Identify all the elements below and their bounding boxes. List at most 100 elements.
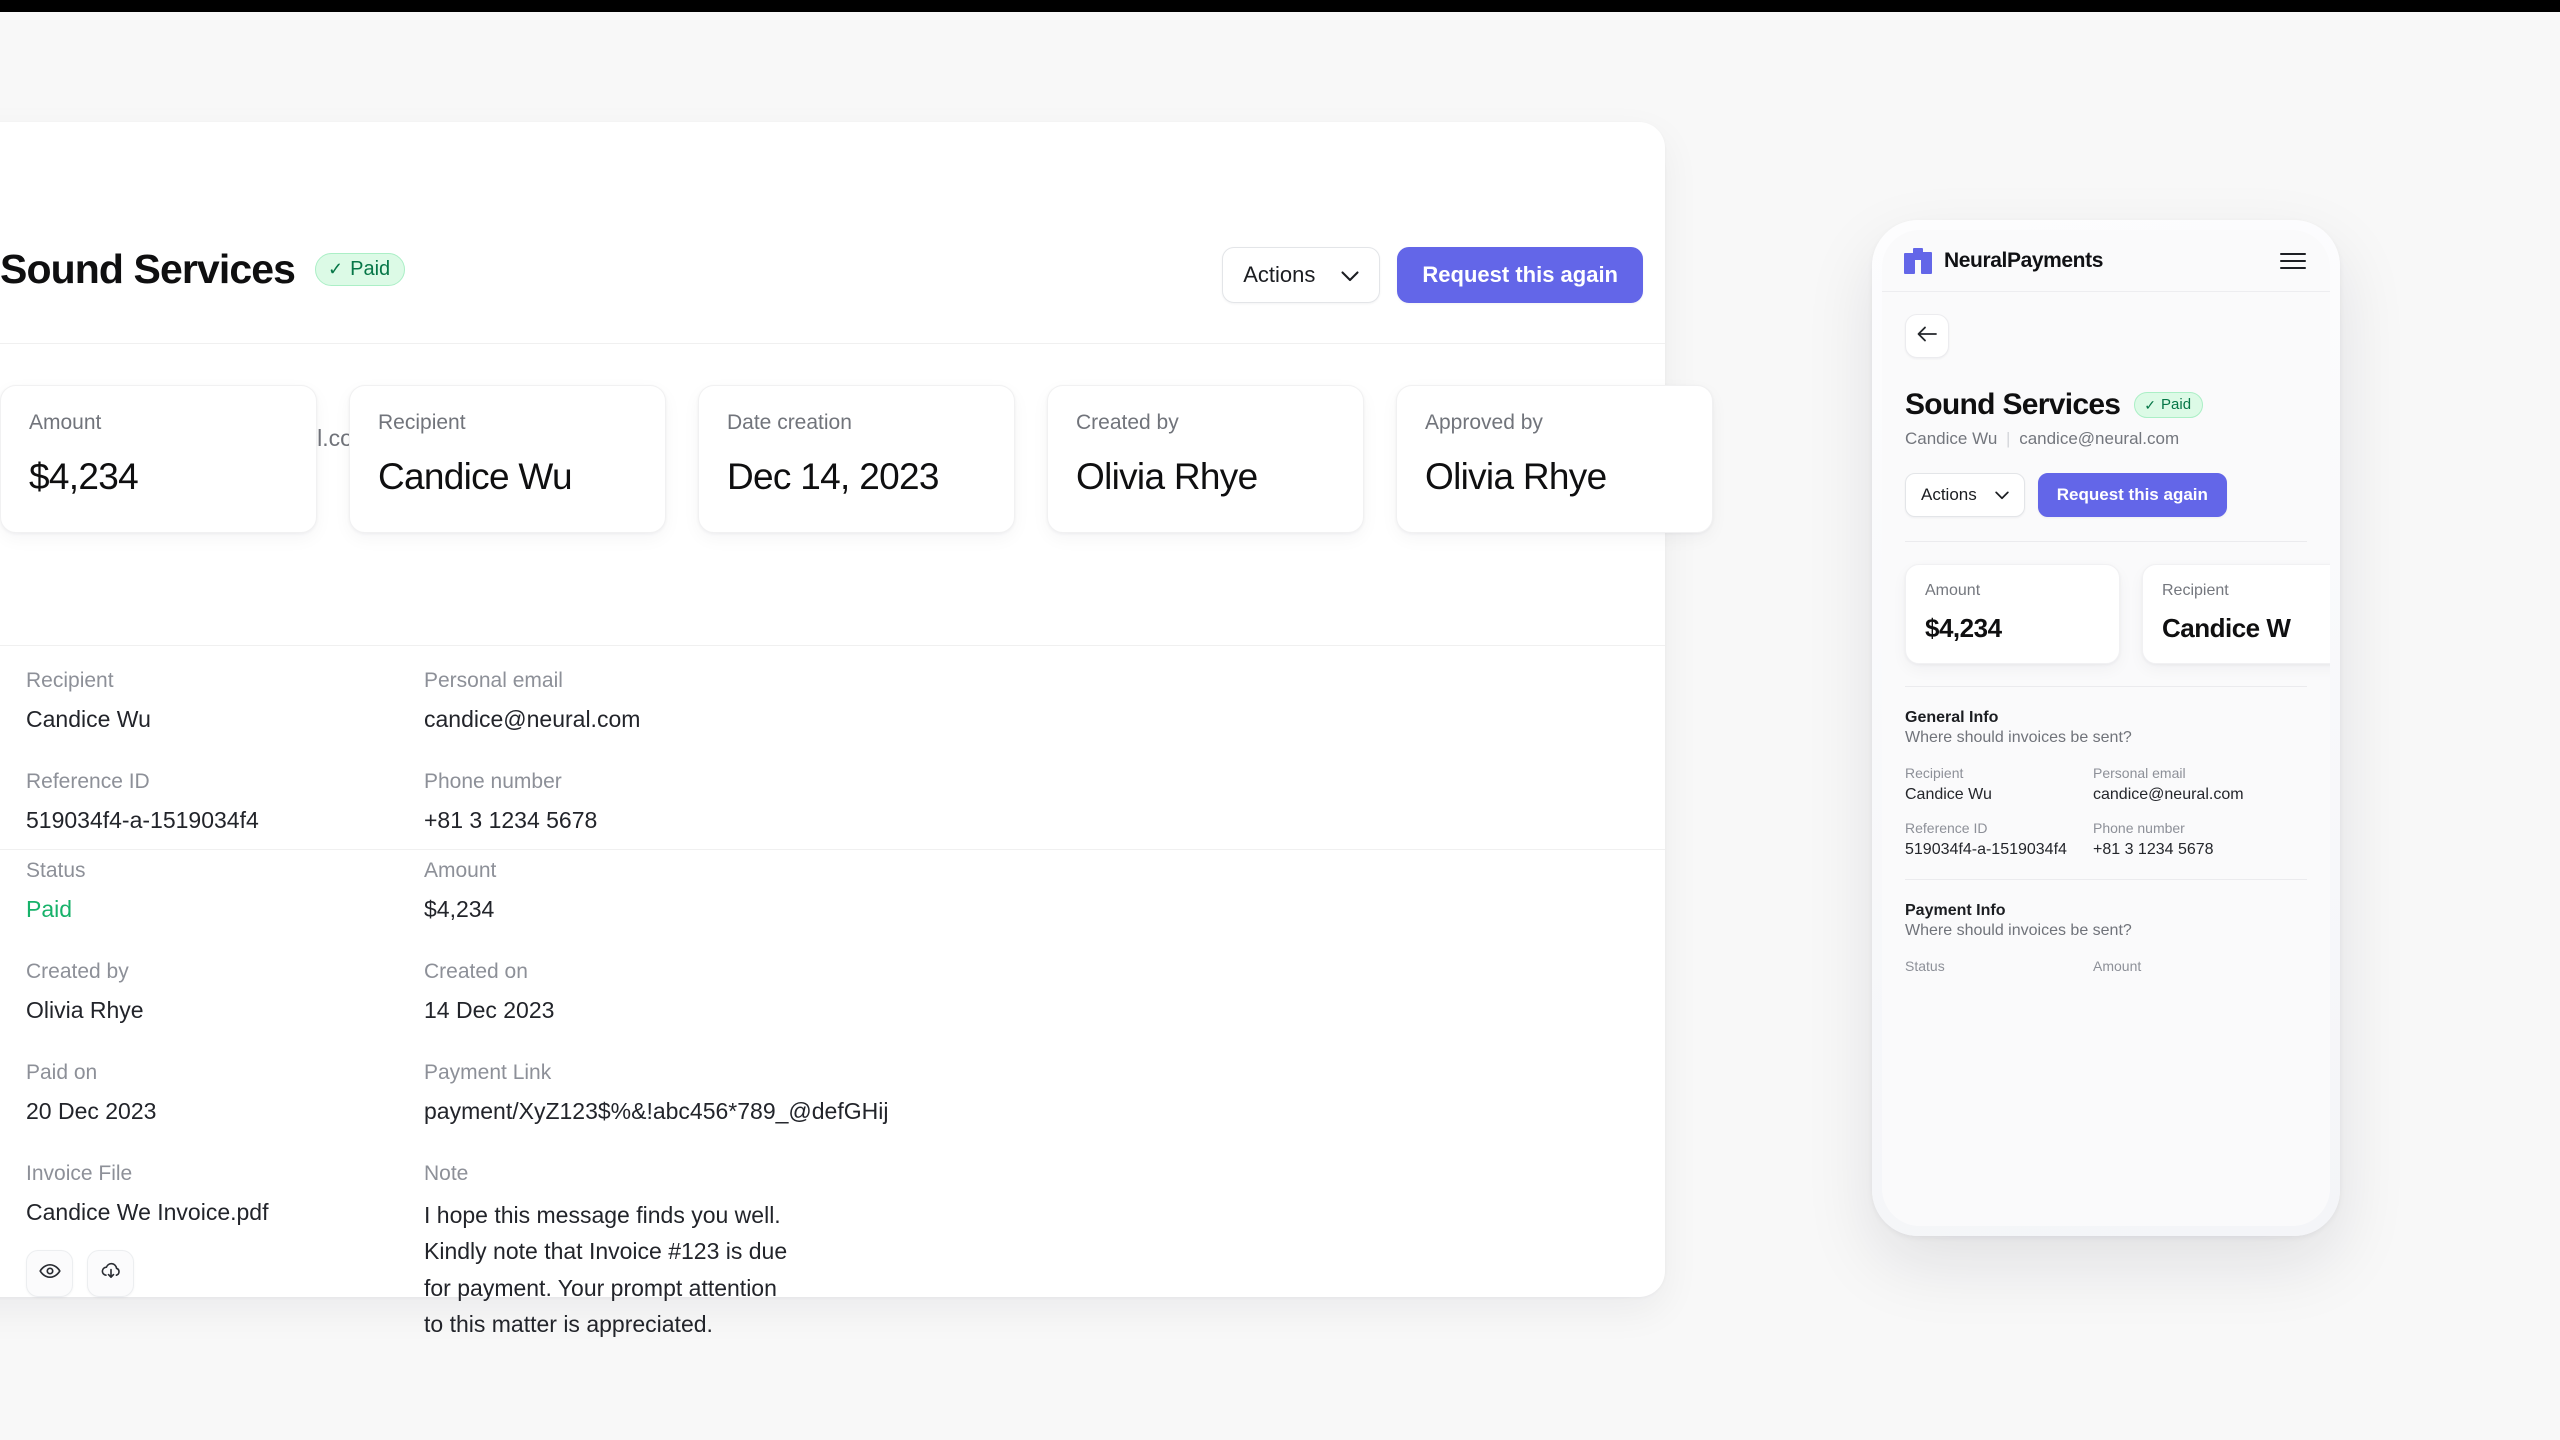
field-value: Candice Wu (26, 706, 151, 732)
field-label: Status (26, 859, 86, 882)
preview-button[interactable] (26, 1250, 73, 1298)
field-value: 519034f4-a-1519034f4 (1905, 841, 2067, 858)
mobile-brand: NeuralPayments (1904, 247, 2103, 274)
field-label: Paid on (26, 1061, 98, 1085)
mobile-header-actions: Actions Request this again (1905, 473, 2307, 517)
payment-info-fields: Status Paid Amount $4,234 Created by Oli… (26, 860, 1426, 1378)
field-label: Reference ID (1905, 820, 1988, 836)
field-value: 20 Dec 2023 (26, 1098, 157, 1125)
hamburger-menu-icon[interactable] (2280, 248, 2306, 274)
field-label: Created by (26, 960, 129, 984)
stat-value: $4,234 (1925, 613, 2002, 643)
field-value: candice@neural.com (424, 706, 641, 732)
mobile-contact-separator: | (2006, 429, 2011, 448)
field-label: Personal email (424, 669, 563, 692)
mobile-divider (1905, 541, 2307, 542)
field: Recipient Candice Wu (1905, 765, 2093, 804)
field-label: Recipient (26, 669, 114, 692)
card-header: Sound Services ✓ Paid Candice Wu | candi… (0, 122, 1665, 451)
field: Phone number +81 3 1234 5678 (2093, 820, 2307, 859)
mobile-divider (1905, 686, 2307, 687)
invoice-file-field: Invoice File Candice We Invoice.pdf (26, 1163, 424, 1342)
back-button[interactable] (1905, 314, 1949, 358)
mobile-request-again-button[interactable]: Request this again (2037, 473, 2227, 517)
section-description: Where should invoices be sent? (1905, 922, 2132, 939)
eye-icon (38, 1259, 62, 1288)
stat-card-row: Amount $4,234 Recipient Candice Wu Date … (0, 385, 1713, 533)
actions-button-label: Actions (1243, 262, 1316, 287)
mobile-status-badge: ✓ Paid (2134, 392, 2204, 418)
field: Recipient Candice Wu (26, 670, 424, 735)
field-label: Reference ID (26, 770, 150, 794)
field: Phone number +81 3 1234 5678 (424, 771, 1426, 836)
actions-button[interactable]: Actions (1222, 247, 1381, 303)
arrow-left-icon (1916, 325, 1938, 348)
brand-name: NeuralPayments (1944, 248, 2103, 272)
mobile-contact-email: candice@neural.com (2019, 429, 2180, 448)
mobile-contact-name: Candice Wu (1905, 429, 1998, 448)
download-button[interactable] (87, 1250, 134, 1298)
field-label: Invoice File (26, 1162, 133, 1186)
request-again-button[interactable]: Request this again (1397, 247, 1643, 303)
mobile-payment-info-fields: Status Amount (1905, 958, 2307, 979)
mobile-general-info-fields: Recipient Candice Wu Personal email cand… (1905, 765, 2307, 859)
field-label: Note (424, 1162, 469, 1186)
note-field: Note I hope this message finds you well.… (424, 1163, 1426, 1342)
stat-value: Candice W (2162, 613, 2291, 643)
chevron-down-icon (1995, 485, 2009, 505)
section-title: General Info (1905, 709, 1999, 726)
field: Status Paid (26, 860, 424, 925)
field: Reference ID 519034f4-a-1519034f4 (1905, 820, 2093, 859)
mobile-actions-button[interactable]: Actions (1905, 473, 2025, 517)
mobile-scroll-fade (1882, 1096, 2330, 1226)
stat-value: Candice Wu (378, 456, 573, 497)
stat-card: Approved by Olivia Rhye (1396, 385, 1713, 533)
section-title: Payment Info (1905, 902, 2006, 919)
field: Personal email candice@neural.com (424, 670, 1426, 735)
mobile-preview-frame: NeuralPayments Sound Services ✓ Paid Can… (1872, 220, 2340, 1236)
stat-card: Recipient Candice Wu (349, 385, 666, 533)
check-icon: ✓ (2144, 396, 2157, 413)
header-actions: Actions Request this again (1222, 247, 1643, 303)
field-label: Payment Link (424, 1061, 552, 1085)
top-black-bar (0, 0, 2560, 12)
field-value: 14 Dec 2023 (424, 997, 555, 1024)
mobile-body: Sound Services ✓ Paid Candice Wu | candi… (1882, 292, 2330, 979)
stat-label: Created by (1076, 411, 1179, 434)
field: Personal email candice@neural.com (2093, 765, 2307, 804)
field: Reference ID 519034f4-a-1519034f4 (26, 771, 424, 836)
stat-card: Date creation Dec 14, 2023 (698, 385, 1015, 533)
title-row: Sound Services ✓ Paid (0, 246, 406, 292)
cloud-download-icon (99, 1259, 123, 1288)
field-label: Amount (2093, 958, 2142, 974)
note-body: I hope this message finds you well. Kind… (424, 1197, 1426, 1342)
field: Amount (2093, 958, 2307, 979)
stat-label: Recipient (2162, 582, 2229, 599)
mobile-divider (1905, 879, 2307, 880)
payment-link-value[interactable]: payment/XyZ123$%&!abc456*789_@defGHij (424, 1096, 1426, 1127)
mobile-payment-info-section: Payment Info Where should invoices be se… (1905, 902, 2307, 979)
stat-label: Amount (29, 411, 102, 434)
field-value: 519034f4-a-1519034f4 (26, 807, 259, 834)
mobile-general-info-section: General Info Where should invoices be se… (1905, 709, 2307, 859)
mobile-actions-button-label: Actions (1921, 485, 1977, 504)
stat-label: Recipient (378, 411, 466, 434)
mobile-stat-card: Recipient Candice W (2142, 564, 2330, 664)
field-value: Paid (26, 896, 73, 922)
mobile-page-title: Sound Services (1905, 388, 2121, 421)
stat-label: Approved by (1425, 411, 1543, 434)
page-title: Sound Services (0, 246, 296, 292)
stat-value: Olivia Rhye (1425, 456, 1607, 497)
mobile-stat-row: Amount $4,234 Recipient Candice W (1905, 564, 2330, 664)
field-label: Recipient (1905, 765, 1964, 781)
field: Amount $4,234 (424, 860, 1426, 925)
section-divider (0, 849, 1665, 850)
field-value: +81 3 1234 5678 (2093, 841, 2214, 858)
field-label: Personal email (2093, 765, 2186, 781)
stat-value: Dec 14, 2023 (727, 456, 939, 497)
field-value: +81 3 1234 5678 (424, 807, 598, 834)
stat-card: Amount $4,234 (0, 385, 317, 533)
mobile-status-badge-label: Paid (2161, 396, 2192, 413)
field-label: Created on (424, 960, 528, 984)
neuralpayments-logo-icon (1904, 247, 1932, 274)
